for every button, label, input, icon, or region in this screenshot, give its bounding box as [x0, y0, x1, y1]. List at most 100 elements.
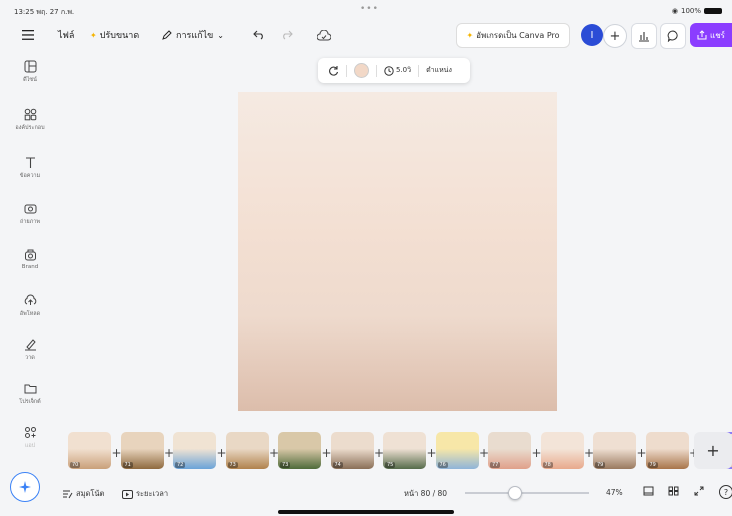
camera-icon [24, 204, 36, 214]
notes-button[interactable]: สมุดโน้ต [62, 488, 104, 500]
pencil-icon [162, 30, 172, 40]
apps-icon [24, 427, 36, 438]
share-button[interactable]: แชร์ [690, 23, 732, 47]
status-time: 13:25 พฤ. 27 ก.พ. [14, 8, 75, 16]
redo-icon [283, 30, 293, 40]
undo-icon [253, 30, 263, 40]
page-thumbnail[interactable]: 76 [435, 432, 479, 469]
edit-menu[interactable]: การแก้ไข ⌄ [162, 18, 224, 52]
resize-button[interactable]: ✦ ปรับขนาด [90, 18, 139, 52]
divider [346, 64, 347, 77]
timer-button[interactable]: ระยะเวลา [122, 488, 168, 500]
fullscreen-button[interactable] [694, 486, 704, 498]
expand-icon [694, 486, 704, 496]
page-number: 79 [595, 462, 606, 468]
grid-icon [668, 486, 679, 496]
page-number: 77 [490, 462, 501, 468]
page-thumbnail[interactable]: 71 [120, 432, 164, 469]
page-thumbnail[interactable]: 74 [330, 432, 374, 469]
grid-view-button[interactable] [668, 486, 679, 498]
page-number: 73 [227, 462, 238, 468]
page-thumbnail[interactable]: 73 [278, 432, 321, 469]
wifi-icon: ◉ [671, 7, 678, 15]
page-number: 79 [647, 462, 658, 468]
page-view-button[interactable] [643, 486, 654, 498]
sidebar-item-uploads[interactable]: อัพโหลด [0, 294, 60, 318]
comment-button[interactable] [660, 23, 686, 49]
menu-button[interactable] [18, 18, 38, 52]
page-number: 76 [437, 462, 448, 468]
folder-icon [24, 384, 36, 394]
divider [418, 64, 420, 77]
cloud-check-icon [317, 29, 331, 40]
redo-button[interactable] [278, 18, 296, 52]
page-thumbnail[interactable]: 75 [383, 432, 426, 469]
undo-button[interactable] [250, 18, 268, 52]
single-page-icon [643, 486, 654, 496]
animate-button[interactable] [328, 65, 339, 76]
insights-button[interactable] [631, 23, 657, 49]
page-number: 72 [175, 462, 186, 468]
share-icon [697, 30, 707, 40]
add-collaborator-button[interactable]: + [603, 24, 627, 48]
bar-chart-icon [639, 31, 649, 42]
page-indicator[interactable]: หน้า 80 / 80 [404, 488, 447, 500]
background-color-swatch[interactable] [354, 63, 369, 78]
upload-icon [24, 294, 36, 305]
comment-icon [667, 30, 678, 42]
page-number: 78 [542, 462, 553, 468]
file-menu[interactable]: ไฟล์ [58, 18, 74, 52]
sidebar-item-projects[interactable]: โปรเจ็กต์ [0, 382, 60, 406]
shapes-icon [24, 108, 36, 121]
page-number: 75 [385, 462, 396, 468]
page-thumbnail[interactable]: 78 [540, 432, 584, 469]
sidebar-item-apps[interactable]: แอป [0, 426, 60, 450]
sidebar-item-text[interactable]: ข้อความ [0, 156, 60, 180]
status-bar: 13:25 พฤ. 27 ก.พ. ••• ◉ 100% [0, 0, 732, 18]
page-thumbnail[interactable]: 77 [488, 432, 531, 469]
divider [376, 64, 377, 77]
upgrade-button[interactable]: ✦ อัพเกรดเป็น Canva Pro [456, 23, 570, 48]
page-filmstrip: 70+71+72+73+73+74+75+76+77+78+79+79+•••8… [58, 424, 732, 478]
draw-icon [24, 339, 36, 351]
sidebar-item-brand[interactable]: Brand [0, 248, 60, 270]
sidebar-item-elements[interactable]: องค์ประกอบ [0, 108, 60, 132]
text-icon [25, 157, 35, 168]
multitask-dots[interactable]: ••• [360, 4, 379, 14]
save-status-button[interactable] [314, 18, 334, 52]
page-thumbnail[interactable]: 73 [225, 432, 269, 469]
zoom-level[interactable]: 47% [606, 488, 623, 497]
page-thumbnail[interactable]: 79 [593, 432, 636, 469]
home-indicator [278, 510, 454, 514]
battery-icon [704, 8, 722, 14]
layout-icon [24, 60, 36, 73]
status-indicators: ◉ 100% [672, 7, 722, 15]
sidebar-item-design[interactable]: ดีไซน์ [0, 60, 60, 84]
page-thumbnail[interactable]: 72 [173, 432, 216, 469]
menu-icon [22, 30, 34, 40]
crown-icon: ✦ [90, 30, 97, 40]
bottom-bar: สมุดโน้ต ระยะเวลา หน้า 80 / 80 47% ? [0, 480, 732, 508]
page-thumbnail[interactable]: 79 [645, 432, 689, 469]
sidebar-item-draw[interactable]: วาด [0, 338, 60, 362]
add-page-button[interactable]: + [694, 432, 732, 469]
page-thumbnail[interactable]: 70 [68, 432, 111, 469]
timer-icon [122, 489, 133, 499]
position-button[interactable]: ตำแหน่ง [426, 65, 452, 76]
avatar[interactable]: I [581, 24, 603, 46]
zoom-slider-handle[interactable] [508, 486, 522, 500]
page-number: 73 [280, 462, 291, 468]
plus-icon: + [609, 28, 621, 44]
page-number: 70 [70, 462, 81, 468]
help-button[interactable]: ? [719, 485, 732, 499]
refresh-icon [329, 66, 339, 76]
duration-button[interactable]: 5.0วิ [384, 65, 411, 76]
brand-icon [24, 249, 36, 261]
design-page[interactable] [238, 92, 557, 411]
top-toolbar: ไฟล์ ✦ ปรับขนาด การแก้ไข ⌄ ✦ อัพเกรดเป็น… [0, 18, 732, 52]
clock-icon [384, 65, 394, 76]
page-number: 71 [122, 462, 133, 468]
sidebar-item-photos[interactable]: ถ่ายภาพ [0, 202, 60, 226]
zoom-slider-track[interactable] [465, 492, 589, 494]
battery-percent: 100% [680, 7, 701, 15]
